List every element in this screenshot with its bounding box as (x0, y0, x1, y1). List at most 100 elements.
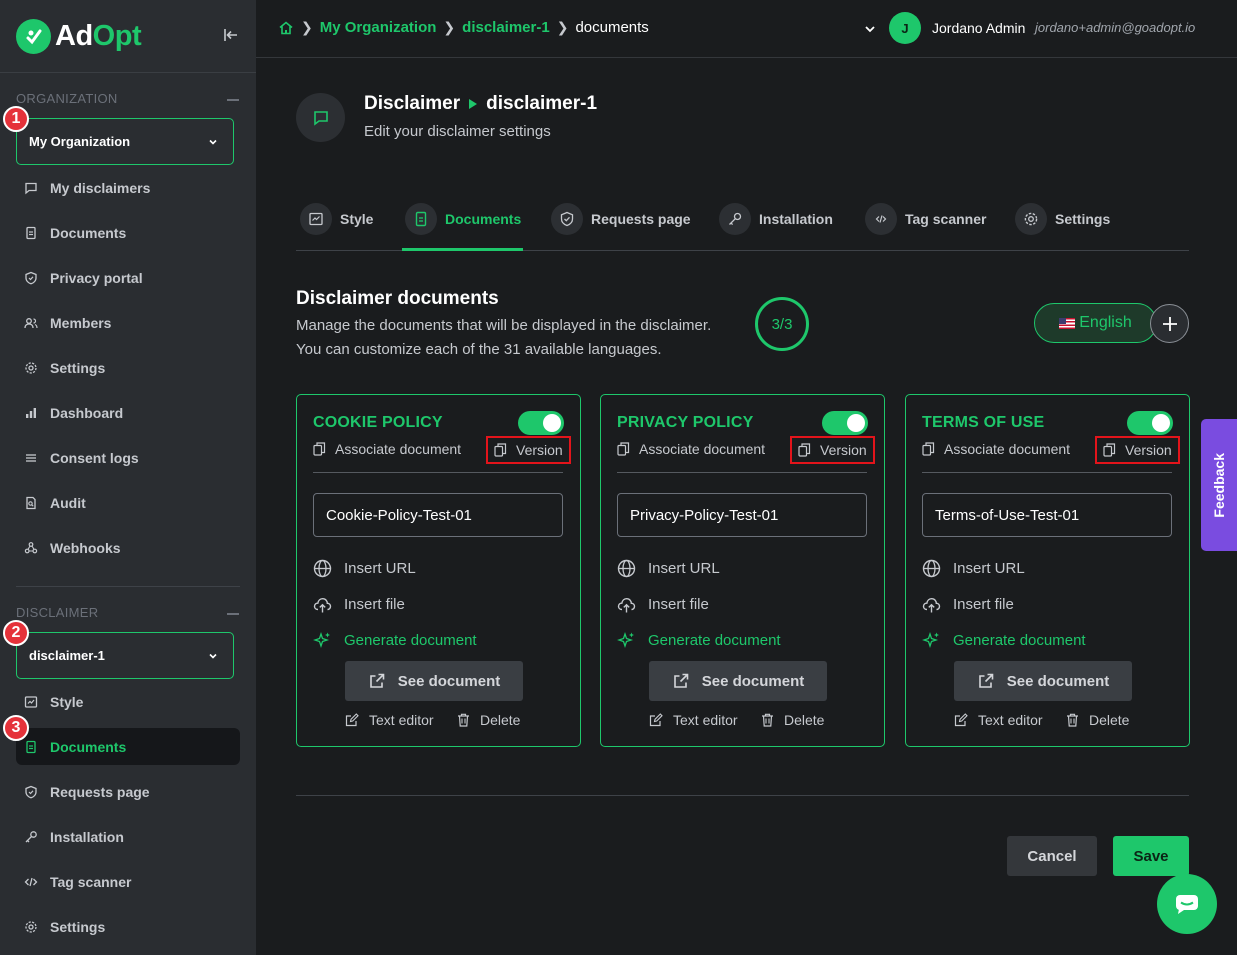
sidebar-item-documents[interactable]: Documents (16, 214, 240, 251)
organization-select-value: My Organization (29, 134, 131, 149)
insert-file-option[interactable]: Insert file (313, 595, 405, 614)
text-editor-label: Text editor (978, 712, 1043, 728)
section-title: Disclaimer documents (296, 288, 499, 309)
insert-url-option[interactable]: Insert URL (617, 559, 720, 578)
tab-documents[interactable]: Documents (405, 203, 521, 235)
document-card-title: TERMS OF USE (922, 414, 1045, 431)
generate-document-option[interactable]: Generate document (313, 631, 477, 650)
sidebar-item-audit[interactable]: Audit (16, 484, 240, 521)
text-editor-label: Text editor (369, 712, 434, 728)
tab-label: Style (340, 211, 374, 227)
sidebar-item-label: Privacy portal (50, 269, 143, 286)
see-document-button[interactable]: See document (649, 661, 827, 701)
language-english-button[interactable]: English (1034, 303, 1157, 343)
plus-icon (1162, 316, 1177, 331)
sidebar-item-members[interactable]: Members (16, 304, 240, 341)
sidebar-item-webhooks[interactable]: Webhooks (16, 529, 240, 566)
version-button[interactable]: Version (1095, 436, 1180, 464)
document-name-input[interactable]: Privacy-Policy-Test-01 (617, 493, 867, 537)
associate-document-link[interactable]: Associate document (922, 441, 1070, 457)
generate-document-option[interactable]: Generate document (617, 631, 781, 650)
tab-label: Settings (1055, 211, 1111, 227)
document-name-input[interactable]: Cookie-Policy-Test-01 (313, 493, 563, 537)
document-enabled-toggle[interactable] (822, 411, 868, 435)
sidebar-item-installation[interactable]: Installation (16, 818, 240, 855)
collapse-disclaimer-icon[interactable] (227, 613, 239, 615)
save-button[interactable]: Save (1113, 836, 1189, 876)
version-button[interactable]: Version (486, 436, 571, 464)
associate-document-link[interactable]: Associate document (313, 441, 461, 457)
delete-link[interactable]: Delete (1066, 712, 1129, 728)
tab-requests-page[interactable]: Requests page (551, 203, 691, 235)
insert-url-option[interactable]: Insert URL (922, 559, 1025, 578)
breadcrumb-disclaimer[interactable]: disclaimer-1 (462, 19, 550, 36)
document-name-input[interactable]: Terms-of-Use-Test-01 (922, 493, 1172, 537)
document-card-title: PRIVACY POLICY (617, 414, 754, 431)
see-document-button[interactable]: See document (345, 661, 523, 701)
text-editor-link[interactable]: Text editor (649, 712, 738, 728)
insert-file-option[interactable]: Insert file (922, 595, 1014, 614)
feedback-label: Feedback (1211, 452, 1227, 518)
globe-icon (617, 559, 636, 578)
collapse-sidebar-icon[interactable] (222, 26, 240, 44)
document-enabled-toggle[interactable] (518, 411, 564, 435)
code-icon (24, 877, 38, 886)
text-editor-link[interactable]: Text editor (954, 712, 1043, 728)
sidebar-item-label: Documents (50, 224, 127, 241)
sidebar-item-my-disclaimers[interactable]: My disclaimers (16, 169, 240, 206)
see-document-button[interactable]: See document (954, 661, 1132, 701)
tab-style[interactable]: Style (300, 203, 373, 235)
sidebar-item-settings[interactable]: Settings (16, 349, 240, 386)
insert-url-option[interactable]: Insert URL (313, 559, 416, 578)
feedback-tab[interactable]: Feedback (1201, 419, 1237, 551)
key-icon (25, 830, 37, 842)
delete-label: Delete (1089, 712, 1130, 728)
cancel-button[interactable]: Cancel (1007, 836, 1097, 876)
sidebar-item-tag-scanner[interactable]: Tag scanner (16, 863, 240, 900)
breadcrumb-organization[interactable]: My Organization (320, 19, 437, 36)
sidebar-item-style[interactable]: Style (16, 683, 240, 720)
webhook-icon (24, 541, 38, 553)
tab-tag-scanner[interactable]: Tag scanner (865, 203, 986, 235)
text-editor-link[interactable]: Text editor (345, 712, 434, 728)
delete-label: Delete (784, 712, 825, 728)
document-enabled-toggle[interactable] (1127, 411, 1173, 435)
associate-document-link[interactable]: Associate document (617, 441, 765, 457)
logo-text: AdOpt (55, 19, 142, 52)
generate-document-option[interactable]: Generate document (922, 631, 1086, 650)
sidebar-item-consent-logs[interactable]: Consent logs (16, 439, 240, 476)
logo[interactable]: AdOpt (16, 16, 142, 56)
copy-icon (494, 443, 507, 457)
disclaimer-select[interactable]: disclaimer-1 (16, 632, 234, 679)
tab-installation[interactable]: Installation (719, 203, 833, 235)
topbar: ❯ My Organization ❯ disclaimer-1 ❯ docum… (256, 0, 1237, 58)
sidebar-item-privacy-portal[interactable]: Privacy portal (16, 259, 240, 296)
see-document-label: See document (701, 672, 805, 690)
delete-link[interactable]: Delete (457, 712, 520, 728)
copy-icon (313, 442, 326, 456)
version-button[interactable]: Version (790, 436, 875, 464)
tab-settings[interactable]: Settings (1015, 203, 1110, 235)
home-icon[interactable] (278, 20, 294, 36)
chat-button[interactable] (1157, 874, 1217, 934)
collapse-organization-icon[interactable] (227, 99, 239, 101)
insert-file-option[interactable]: Insert file (617, 595, 709, 614)
sidebar-item-disclaimer-documents[interactable]: Documents (16, 728, 240, 765)
tab-label: Documents (445, 211, 522, 227)
organization-select[interactable]: My Organization (16, 118, 234, 165)
sidebar-item-disclaimer-settings[interactable]: Settings (16, 908, 240, 945)
sidebar-item-requests-page[interactable]: Requests page (16, 773, 240, 810)
avatar[interactable]: J (889, 12, 921, 44)
text-editor-label: Text editor (673, 712, 738, 728)
sidebar-item-dashboard[interactable]: Dashboard (16, 394, 240, 431)
external-link-icon (369, 673, 385, 688)
see-document-label: See document (397, 672, 501, 690)
add-language-button[interactable] (1150, 304, 1189, 343)
delete-link[interactable]: Delete (761, 712, 824, 728)
us-flag-icon (1059, 317, 1076, 329)
user-menu-chevron-icon[interactable] (863, 22, 877, 36)
sidebar-item-label: Webhooks (50, 539, 121, 556)
gear-icon (25, 361, 37, 374)
document-card: PRIVACY POLICY Associate document Versio… (600, 394, 885, 747)
disclaimer-header-icon (296, 93, 345, 142)
